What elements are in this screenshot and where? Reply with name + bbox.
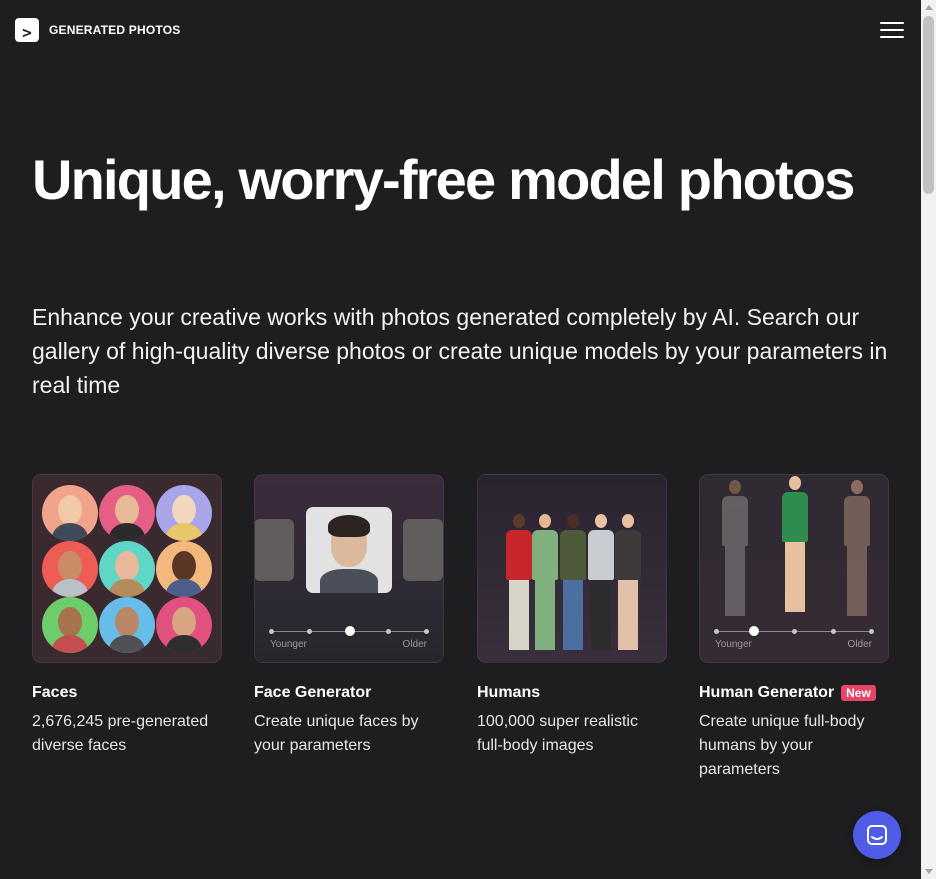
card-faces[interactable]: Faces 2,676,245 pre-generated diverse fa…	[32, 474, 222, 758]
card-description: Create unique full-body humans by your p…	[699, 713, 865, 778]
slider-dot	[386, 629, 391, 634]
human-generator-thumbnail[interactable]: Younger Older	[699, 474, 889, 663]
slider-dot	[424, 629, 429, 634]
face-preview-main	[306, 507, 392, 593]
slider-dot	[831, 629, 836, 634]
slider-dot	[714, 629, 719, 634]
face-avatar	[99, 541, 155, 597]
face-avatar	[99, 485, 155, 541]
logo-icon: >	[15, 18, 39, 42]
human-figure	[532, 514, 558, 650]
hero-title: Unique, worry-free model photos	[32, 148, 855, 211]
slider-dot	[269, 629, 274, 634]
card-humans[interactable]: Humans 100,000 super realistic full-body…	[477, 474, 667, 758]
card-face-generator[interactable]: Younger Older Face Generator Create uniq…	[254, 474, 444, 758]
face-avatar	[42, 597, 98, 653]
slider-dot	[792, 629, 797, 634]
human-figure	[560, 514, 586, 650]
card-title[interactable]: Face Generator	[254, 683, 444, 703]
card-title[interactable]: Faces	[32, 683, 222, 703]
face-avatar	[42, 541, 98, 597]
slider-label-older: Older	[402, 639, 427, 650]
face-avatar	[156, 541, 212, 597]
slider-dot	[307, 629, 312, 634]
humans-thumbnail[interactable]	[477, 474, 667, 663]
logo-link[interactable]: > GENERATED PHOTOS	[15, 18, 180, 42]
face-avatar	[99, 597, 155, 653]
chat-icon[interactable]	[853, 811, 901, 859]
human-figure	[844, 480, 870, 616]
human-figure	[615, 514, 641, 650]
page-scrollbar[interactable]	[921, 0, 936, 879]
scroll-up-arrow-icon[interactable]	[925, 5, 933, 10]
face-preview-right	[403, 519, 443, 581]
site-header: > GENERATED PHOTOS	[0, 0, 921, 60]
age-slider-handle	[345, 626, 355, 636]
face-avatar	[156, 597, 212, 653]
logo-text: GENERATED PHOTOS	[49, 23, 181, 37]
scrollbar-thumb[interactable]	[923, 16, 934, 194]
card-title-text[interactable]: Humans	[477, 683, 540, 703]
scroll-down-arrow-icon[interactable]	[925, 869, 933, 874]
slider-dot	[869, 629, 874, 634]
slider-label-older: Older	[847, 639, 872, 650]
slider-label-younger: Younger	[270, 639, 307, 650]
hamburger-menu-icon[interactable]	[880, 21, 904, 39]
human-figure	[782, 476, 808, 612]
card-description: 100,000 super realistic full-body images	[477, 713, 638, 754]
card-description: Create unique faces by your parameters	[254, 713, 419, 754]
hero-lead: Enhance your creative works with photos …	[32, 304, 888, 398]
card-description: 2,676,245 pre-generated diverse faces	[32, 713, 209, 754]
face-generator-thumbnail[interactable]: Younger Older	[254, 474, 444, 663]
card-human-generator[interactable]: Younger Older Human Generator New Create…	[699, 474, 889, 782]
age-slider-handle	[749, 626, 759, 636]
human-figure	[506, 514, 532, 650]
faces-thumbnail[interactable]	[32, 474, 222, 663]
slider-label-younger: Younger	[715, 639, 752, 650]
card-title-text[interactable]: Faces	[32, 683, 77, 703]
card-title-text[interactable]: Human Generator	[699, 683, 834, 703]
new-badge: New	[841, 685, 876, 701]
card-title[interactable]: Human Generator New	[699, 683, 889, 703]
card-title[interactable]: Humans	[477, 683, 667, 703]
face-avatar	[156, 485, 212, 541]
card-title-text[interactable]: Face Generator	[254, 683, 371, 703]
face-preview-left	[255, 519, 294, 581]
face-avatar	[42, 485, 98, 541]
human-figure	[722, 480, 748, 616]
human-figure	[588, 514, 614, 650]
